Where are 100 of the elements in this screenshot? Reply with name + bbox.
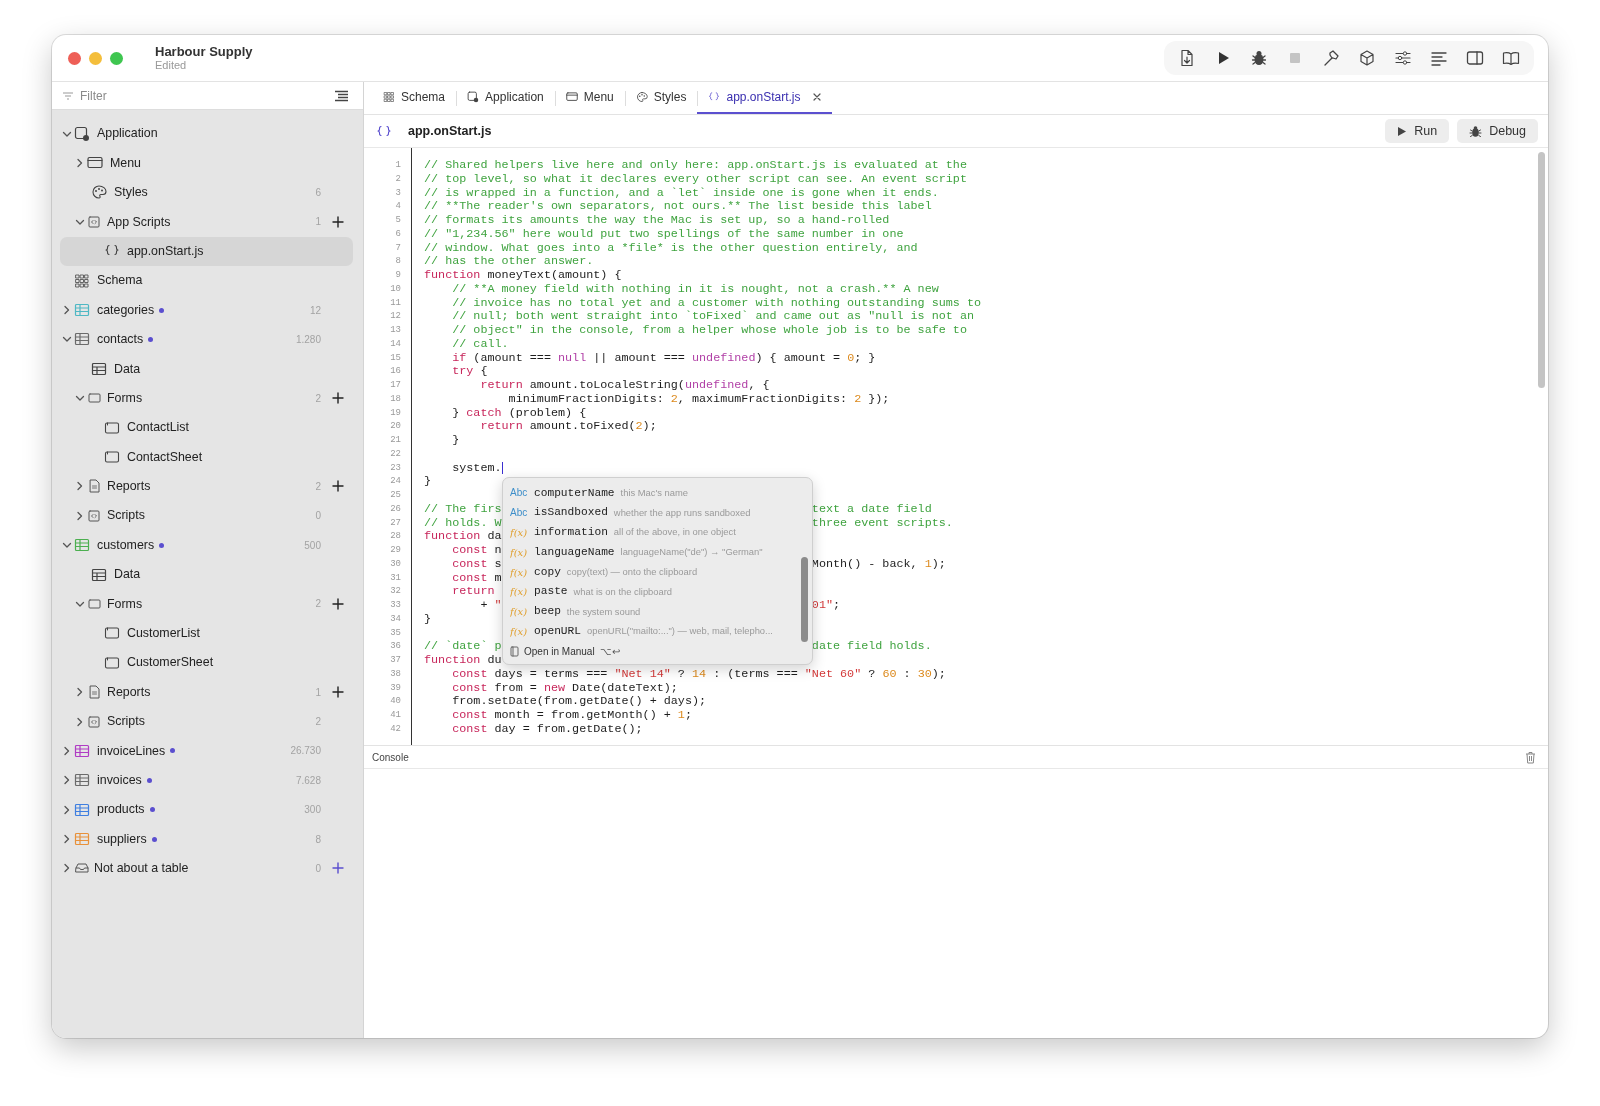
scrollbar-thumb[interactable] — [801, 557, 808, 642]
completion-item[interactable]: f(x) openURL openURL("mailto:...") — web, mail, telepho... — [510, 621, 798, 642]
tree-item[interactable]: Reports 2 — [60, 471, 353, 502]
filter-input[interactable]: Filter — [74, 86, 334, 105]
code-line: // window. What goes into a *file* is the other question entirely, and — [424, 241, 918, 256]
palette-icon — [635, 91, 648, 103]
completion-hint: whether the app runs sandboxed — [613, 505, 751, 520]
close-icon[interactable] — [812, 93, 821, 101]
tree-item[interactable]: Scripts 2 — [60, 706, 353, 737]
line-number: 35 — [389, 626, 402, 640]
tree-item[interactable]: Application — [60, 119, 353, 149]
tree-item[interactable]: Scripts 0 — [60, 501, 353, 531]
item-count: 2 — [315, 479, 321, 494]
form-icon — [104, 449, 120, 465]
line-number: 18 — [389, 392, 402, 406]
tree-item[interactable]: customers 500 — [60, 530, 353, 560]
completion-item[interactable]: Abc computerName this Mac's name — [510, 483, 798, 503]
function-icon: f(x) — [510, 525, 528, 540]
sidebar-icon[interactable] — [1466, 49, 1484, 67]
tree-item[interactable]: App Scripts 1 — [60, 207, 353, 237]
completion-hint: what is on the clipboard — [573, 584, 673, 599]
editor-tab[interactable]: Application — [456, 82, 555, 114]
line-number: 12 — [389, 310, 402, 324]
add-icon[interactable] — [332, 686, 344, 699]
line-number: 24 — [389, 475, 402, 489]
tree-item[interactable]: Menu — [60, 148, 353, 178]
filter-field[interactable]: Filter — [52, 82, 363, 110]
tree-item[interactable]: contacts 1.280 — [60, 324, 353, 355]
item-count: 1.280 — [295, 332, 321, 347]
completion-item[interactable]: f(x) languageName languageName("de") → "German" — [510, 542, 798, 563]
code-line: // top level, so what it declares every other script can see. An event script — [424, 172, 967, 187]
tree-item[interactable]: Not about a table 0 — [60, 853, 353, 884]
debug-button[interactable]: Debug — [1457, 118, 1538, 144]
tree-item[interactable]: Schema — [60, 265, 353, 296]
line-number: 8 — [394, 255, 402, 269]
sliders-icon[interactable] — [1394, 49, 1412, 67]
tree-item[interactable]: CustomerList — [60, 618, 353, 649]
code-line: minimumFractionDigits: 2, maximumFractionDigits: 2 }); — [507, 392, 890, 407]
tree-item[interactable]: products 300 — [60, 795, 353, 825]
open-manual-link[interactable]: Open in Manual — [524, 644, 595, 660]
tree-item[interactable]: Forms 2 — [60, 589, 353, 619]
editor-tab[interactable]: Menu — [554, 82, 625, 114]
code-line: const n — [451, 544, 502, 558]
add-icon[interactable] — [332, 392, 344, 405]
hammer-icon[interactable] — [1322, 49, 1340, 67]
completion-item[interactable]: f(x) copy copy(text) — onto the clipboard — [510, 562, 798, 582]
scrollbar-thumb[interactable] — [1538, 152, 1545, 388]
code-line: + " — [479, 599, 502, 613]
bug-icon[interactable] — [1250, 49, 1268, 67]
code-line: const m — [451, 571, 502, 586]
add-icon[interactable] — [332, 215, 344, 228]
code-fragment: 01"; — [811, 599, 841, 613]
form-icon — [104, 625, 120, 642]
trash-icon[interactable] — [1525, 750, 1536, 764]
code-line: // has the other answer. — [424, 255, 594, 269]
line-number: 20 — [389, 420, 402, 434]
code-line: } — [424, 475, 432, 489]
tree-item[interactable]: Reports 1 — [60, 677, 353, 707]
completion-item[interactable]: f(x) beep the system sound — [510, 601, 798, 622]
cube-icon[interactable] — [1358, 49, 1376, 67]
text-lines-icon[interactable] — [1430, 49, 1448, 67]
line-number: 10 — [389, 282, 402, 296]
code-line: } — [451, 434, 460, 448]
add-icon[interactable] — [332, 597, 344, 610]
editor-tab[interactable]: Schema — [372, 82, 457, 114]
item-count: 1 — [315, 215, 321, 230]
completion-hint: this Mac's name — [620, 485, 689, 500]
export-icon[interactable] — [1178, 49, 1196, 67]
tree-item[interactable]: ContactList — [60, 412, 353, 443]
editor-tab[interactable]: Styles — [624, 82, 698, 114]
editor-tab[interactable]: app.onStart.js — [697, 82, 832, 114]
tree-item[interactable]: ContactSheet — [60, 442, 353, 472]
code-line: } — [424, 612, 432, 627]
run-button[interactable]: Run — [1385, 118, 1450, 144]
completion-item[interactable]: Abc isSandboxed whether the app runs sandboxed — [510, 502, 798, 523]
tree-item[interactable]: Forms 2 — [60, 383, 353, 413]
code-line: // is wrapped in a function, and a `let` inside one is gone when it ends. — [424, 186, 939, 201]
tree-item[interactable]: invoices 7.628 — [60, 765, 353, 795]
close-window-button[interactable] — [68, 51, 81, 65]
tree-item[interactable]: Styles 6 — [60, 177, 353, 208]
line-number: 11 — [389, 296, 402, 310]
tree-item[interactable]: Data — [60, 354, 353, 384]
item-count: 6 — [315, 185, 321, 200]
tree-item[interactable]: Data — [60, 559, 353, 590]
code-fragment: date field holds. — [811, 640, 932, 654]
function-icon: f(x) — [510, 604, 528, 620]
completion-item[interactable]: f(x) paste what is on the clipboard — [510, 582, 798, 602]
code-line: const day = from.getDate(); — [451, 722, 643, 737]
tree-item[interactable]: categories 12 — [60, 295, 353, 325]
book-icon[interactable] — [1502, 49, 1520, 67]
property-icon: Abc — [510, 505, 528, 521]
tree-item[interactable]: app.onStart.js — [60, 236, 353, 266]
add-icon[interactable] — [332, 480, 344, 493]
code-line: // holds. W — [424, 516, 502, 531]
tree-item[interactable]: suppliers 8 — [60, 824, 353, 854]
tree-item[interactable]: CustomerSheet — [60, 648, 353, 678]
window-subtitle: Edited — [155, 59, 188, 72]
line-number: 27 — [389, 516, 402, 530]
list-options-icon[interactable] — [334, 89, 349, 102]
tree-item[interactable]: invoiceLines 26.730 — [60, 736, 353, 766]
